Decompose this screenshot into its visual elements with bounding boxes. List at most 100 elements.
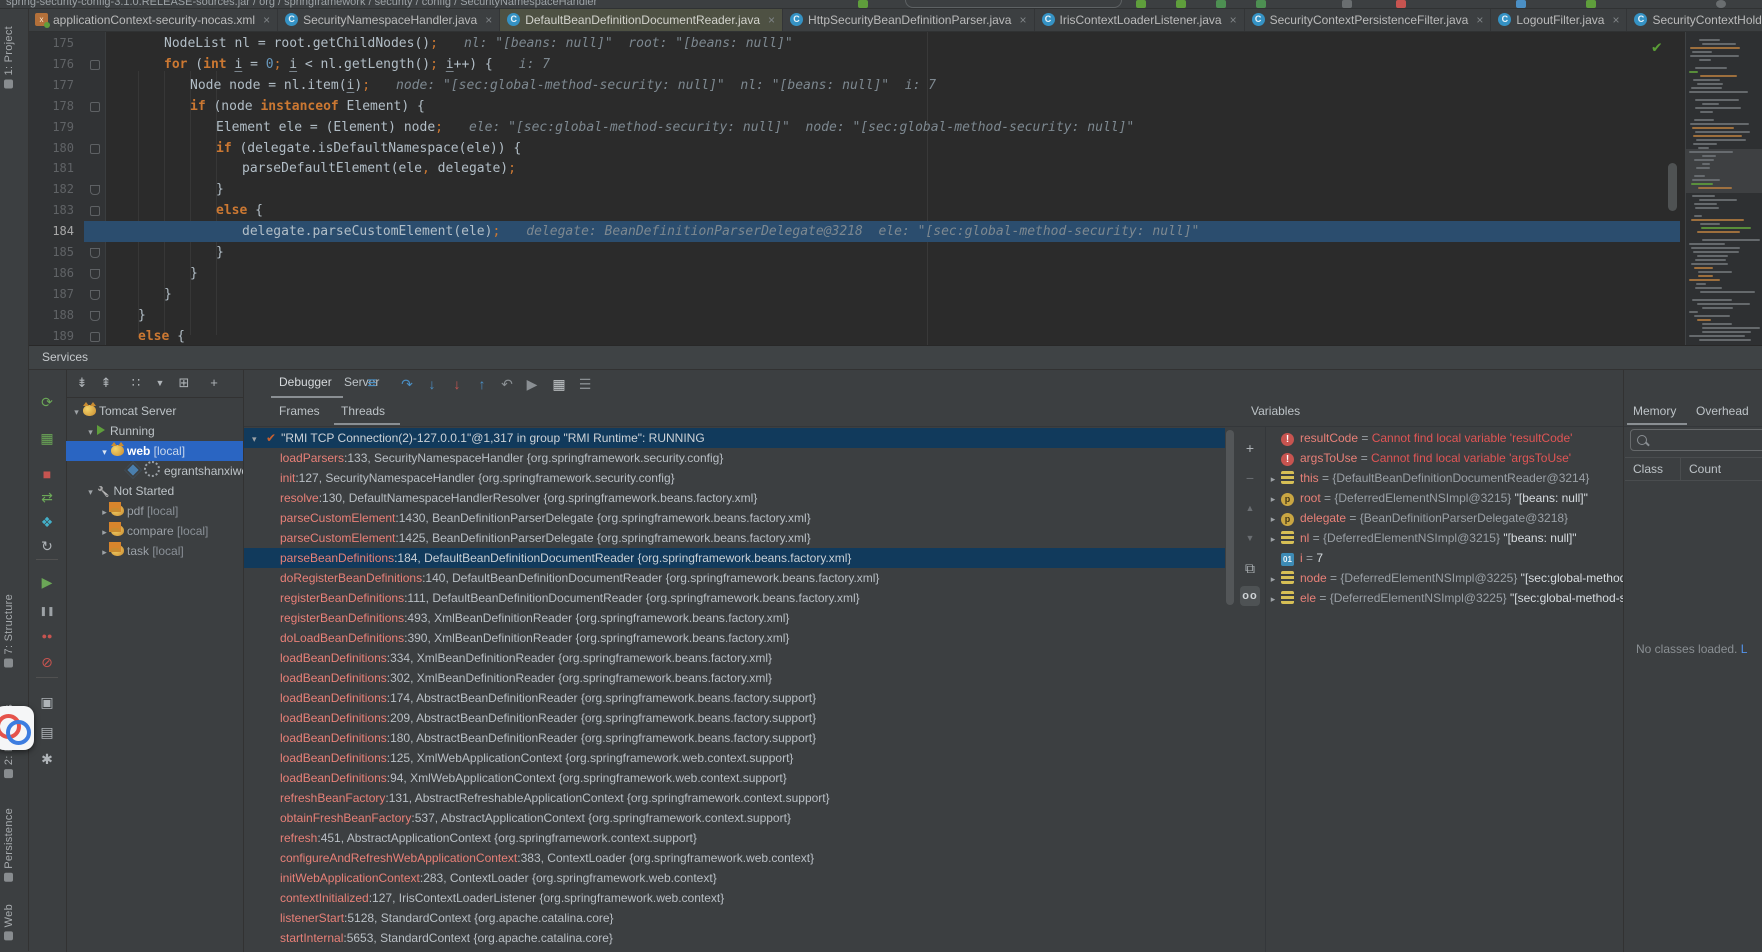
chevron-down-icon[interactable]: ▾ bbox=[84, 482, 97, 501]
stack-frame-row[interactable]: refresh:451, AbstractApplicationContext … bbox=[244, 828, 1225, 848]
tool-stripe-web[interactable]: Web bbox=[3, 904, 15, 944]
memory-col-class[interactable]: Class bbox=[1625, 462, 1663, 476]
stack-frame-row[interactable]: loadBeanDefinitions:209, AbstractBeanDef… bbox=[244, 708, 1225, 728]
code-line-177[interactable]: 177Node node = nl.item(i);node: "[sec:gl… bbox=[28, 75, 1685, 96]
tree-item-pdf[interactable]: ▸pdf [local] bbox=[66, 501, 243, 521]
variable-row-argsToUse[interactable]: !argsToUse = Cannot find local variable … bbox=[1265, 448, 1623, 468]
variable-row-resultCode[interactable]: !resultCode = Cannot find local variable… bbox=[1265, 428, 1623, 448]
tool-stripe-persistence[interactable]: Persistence bbox=[3, 808, 15, 886]
show-watches-icon[interactable]: oo bbox=[1240, 586, 1260, 606]
chevron-right-icon[interactable]: ▸ bbox=[1265, 489, 1281, 508]
run-anything-icon[interactable] bbox=[1342, 0, 1352, 8]
variable-row-ele[interactable]: ▸ele = {DeferredElementNSImpl@3225} "[se… bbox=[1265, 588, 1623, 608]
tree-item-web[interactable]: ▾web [local] bbox=[66, 441, 243, 461]
close-tab-icon[interactable]: × bbox=[485, 13, 492, 27]
fold-open-icon[interactable] bbox=[90, 144, 100, 154]
collapse-all-icon[interactable]: ⇞ bbox=[98, 375, 114, 391]
stack-frame-row[interactable]: loadBeanDefinitions:125, XmlWebApplicati… bbox=[244, 748, 1225, 768]
code-line-183[interactable]: 183else { bbox=[28, 200, 1685, 221]
variable-row-i[interactable]: 01i = 7 bbox=[1265, 548, 1623, 568]
debug-button-icon[interactable] bbox=[1176, 0, 1186, 8]
fold-close-icon[interactable] bbox=[90, 311, 100, 321]
stack-frame-row[interactable]: configureAndRefreshWebApplicationContext… bbox=[244, 848, 1225, 868]
remove-watch-icon[interactable]: − bbox=[1240, 468, 1260, 488]
fold-close-icon[interactable] bbox=[90, 290, 100, 300]
stack-frame-row[interactable]: init:127, SecurityNamespaceHandler {org.… bbox=[244, 468, 1225, 488]
code-line-185[interactable]: 185} bbox=[28, 242, 1685, 263]
group-by-icon[interactable]: ∷ bbox=[128, 375, 144, 391]
services-header[interactable]: Services bbox=[28, 346, 1762, 370]
force-step-into-icon[interactable]: ↓ bbox=[447, 375, 467, 393]
subtab-threads[interactable]: Threads bbox=[341, 404, 385, 418]
variable-row-nl[interactable]: ▸nl = {DeferredElementNSImpl@3215} "[bea… bbox=[1265, 528, 1623, 548]
close-tab-icon[interactable]: × bbox=[1019, 13, 1026, 27]
breadcrumb[interactable]: spring-security-config-3.1.0.RELEASE-sou… bbox=[6, 0, 597, 8]
code-editor[interactable]: 175NodeList nl = root.getChildNodes();nl… bbox=[28, 31, 1685, 345]
stack-frame-row[interactable]: registerBeanDefinitions:111, DefaultBean… bbox=[244, 588, 1225, 608]
chevron-right-icon[interactable]: ▸ bbox=[1265, 569, 1281, 588]
close-tab-icon[interactable]: × bbox=[1230, 13, 1237, 27]
chevron-down-icon[interactable]: ▾ bbox=[84, 422, 97, 441]
stack-frame-row[interactable]: parseBeanDefinitions:184, DefaultBeanDef… bbox=[244, 548, 1225, 568]
commit-icon[interactable] bbox=[1586, 0, 1596, 8]
chevron-right-icon[interactable]: ▸ bbox=[1265, 529, 1281, 548]
memory-search-input[interactable] bbox=[1630, 429, 1762, 451]
editor-tab-6[interactable]: CLogoutFilter.java× bbox=[1491, 8, 1627, 31]
services-view-icon[interactable]: ❖ bbox=[38, 513, 56, 531]
chevron-down-icon[interactable]: ▾ bbox=[70, 402, 83, 421]
view-breakpoints-icon[interactable]: ●● bbox=[38, 627, 56, 645]
stack-frame-row[interactable]: loadParsers:133, SecurityNamespaceHandle… bbox=[244, 448, 1225, 468]
stack-frame-row[interactable]: resolve:130, DefaultNamespaceHandlerReso… bbox=[244, 488, 1225, 508]
stack-frame-row[interactable]: contextInitialized:127, IrisContextLoade… bbox=[244, 888, 1225, 908]
layout-settings-icon[interactable]: ☰ bbox=[575, 375, 595, 393]
move-watch-down-icon[interactable]: ▼ bbox=[1240, 528, 1260, 548]
run-icon[interactable] bbox=[858, 0, 868, 8]
close-tab-icon[interactable]: × bbox=[1476, 13, 1483, 27]
stack-frame-row[interactable]: doRegisterBeanDefinitions:140, DefaultBe… bbox=[244, 568, 1225, 588]
tree-item-egrantshanxiweb[interactable]: egrantshanxiweb bbox=[66, 461, 243, 481]
editor-scrollbar[interactable] bbox=[1668, 163, 1677, 211]
code-line-188[interactable]: 188} bbox=[28, 305, 1685, 326]
fold-open-icon[interactable] bbox=[90, 206, 100, 216]
update-application-icon[interactable]: ⇄ bbox=[38, 488, 56, 506]
stack-frame-row[interactable]: loadBeanDefinitions:174, AbstractBeanDef… bbox=[244, 688, 1225, 708]
stack-frame-row[interactable]: loadBeanDefinitions:302, XmlBeanDefiniti… bbox=[244, 668, 1225, 688]
drop-frame-icon[interactable]: ↶ bbox=[497, 375, 517, 393]
show-execution-point-icon[interactable]: ≡ bbox=[362, 375, 382, 393]
refresh-icon[interactable]: ↻ bbox=[38, 537, 56, 555]
add-service-icon[interactable]: ⊞ bbox=[176, 375, 192, 391]
stop-icon[interactable]: ■ bbox=[38, 465, 56, 483]
code-line-176[interactable]: 176for (int i = 0; i < nl.getLength(); i… bbox=[28, 54, 1685, 75]
add-icon[interactable]: + bbox=[206, 375, 222, 391]
add-watch-icon[interactable]: + bbox=[1240, 438, 1260, 458]
stack-frame-row[interactable]: parseCustomElement:1430, BeanDefinitionP… bbox=[244, 508, 1225, 528]
variable-row-node[interactable]: ▸node = {DeferredElementNSImpl@3225} "[s… bbox=[1265, 568, 1623, 588]
stack-frame-row[interactable]: obtainFreshBeanFactory:537, AbstractAppl… bbox=[244, 808, 1225, 828]
settings-icon[interactable]: ✱ bbox=[38, 750, 56, 768]
stack-frame-row[interactable]: parseCustomElement:1425, BeanDefinitionP… bbox=[244, 528, 1225, 548]
dock-app-icon[interactable] bbox=[0, 706, 34, 750]
tree-item-not-started[interactable]: ▾🔧Not Started bbox=[66, 481, 243, 501]
variable-row-this[interactable]: ▸this = {DefaultBeanDefinitionDocumentRe… bbox=[1265, 468, 1623, 488]
load-classes-link[interactable]: L bbox=[1741, 642, 1748, 656]
stack-frame-row[interactable]: doLoadBeanDefinitions:390, XmlBeanDefini… bbox=[244, 628, 1225, 648]
stack-frame-row[interactable]: loadBeanDefinitions:180, AbstractBeanDef… bbox=[244, 728, 1225, 748]
tree-item-task[interactable]: ▸task [local] bbox=[66, 541, 243, 561]
memory-table-header[interactable]: Class Count bbox=[1625, 457, 1762, 481]
tree-item-tomcat-server[interactable]: ▾Tomcat Server bbox=[66, 401, 243, 421]
code-line-182[interactable]: 182} bbox=[28, 179, 1685, 200]
evaluate-expression-icon[interactable]: ▦ bbox=[549, 375, 569, 393]
editor-tab-7[interactable]: CSecurityContextHolder.class× bbox=[1627, 8, 1762, 31]
settings-top-icon[interactable] bbox=[1716, 0, 1726, 8]
filter-icon[interactable]: ▼ bbox=[152, 375, 168, 391]
memory-col-count[interactable]: Count bbox=[1680, 458, 1721, 480]
code-line-181[interactable]: 181parseDefaultElement(ele, delegate); bbox=[28, 158, 1685, 179]
code-minimap[interactable] bbox=[1685, 31, 1762, 345]
step-into-icon[interactable]: ↓ bbox=[422, 375, 442, 393]
run-configuration-combo[interactable] bbox=[905, 0, 1122, 8]
stack-frame-row[interactable]: loadBeanDefinitions:94, XmlWebApplicatio… bbox=[244, 768, 1225, 788]
code-line-180[interactable]: 180if (delegate.isDefaultNamespace(ele))… bbox=[28, 138, 1685, 159]
stack-frame-row[interactable]: refreshBeanFactory:131, AbstractRefresha… bbox=[244, 788, 1225, 808]
code-line-184[interactable]: 184delegate.parseCustomElement(ele);dele… bbox=[28, 221, 1685, 242]
fold-open-icon[interactable] bbox=[90, 102, 100, 112]
